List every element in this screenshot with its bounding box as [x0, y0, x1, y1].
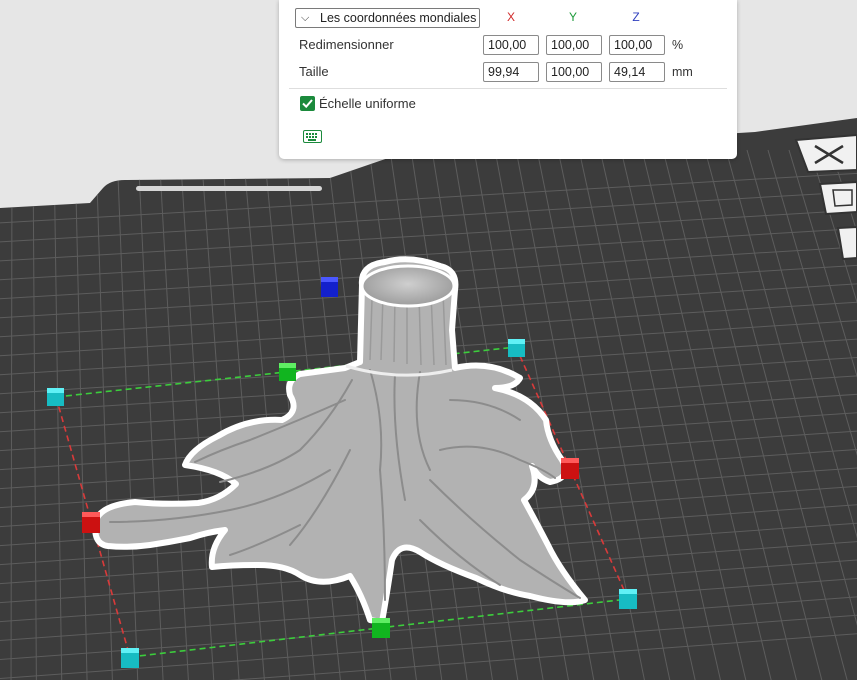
corner-handle-top-left[interactable]	[47, 388, 64, 406]
checkmark-icon	[302, 99, 313, 109]
coordinate-system-value: Les coordonnées mondiales	[320, 11, 477, 25]
auto-orient-icon[interactable]	[818, 180, 857, 216]
scale-z-field[interactable]	[609, 35, 665, 55]
panel-divider	[289, 88, 727, 89]
scale-x-field[interactable]	[483, 35, 539, 55]
scale-row-label: Redimensionner	[299, 37, 394, 52]
size-row-label: Taille	[299, 64, 329, 79]
size-z-field[interactable]	[609, 62, 665, 82]
size-y-field[interactable]	[546, 62, 602, 82]
uniform-scale-checkbox[interactable]	[300, 96, 315, 111]
keyboard-icon[interactable]	[303, 130, 322, 143]
axis-z-header: Z	[632, 10, 640, 24]
axis-x-header: X	[506, 10, 515, 24]
corner-handle-top-right[interactable]	[508, 339, 525, 357]
z-scale-handle[interactable]	[321, 277, 338, 297]
plate-label-slot	[136, 186, 322, 191]
close-icon[interactable]	[794, 133, 857, 174]
chevron-down-icon: ⌵	[301, 12, 310, 24]
x-scale-handle-left[interactable]	[82, 512, 100, 533]
scale-y-field[interactable]	[546, 35, 602, 55]
size-unit: mm	[672, 65, 693, 79]
x-scale-handle-right[interactable]	[561, 458, 579, 479]
y-scale-handle-back[interactable]	[279, 363, 296, 381]
scale-unit: %	[672, 38, 684, 52]
corner-handle-bottom-left[interactable]	[121, 648, 139, 668]
corner-handle-bottom-right[interactable]	[619, 589, 637, 609]
scale-panel: ⌵ Les coordonnées mondiales X Y Z Redime…	[279, 0, 737, 159]
size-x-field[interactable]	[483, 62, 539, 82]
uniform-scale-label: Échelle uniforme	[319, 96, 416, 111]
y-scale-handle-front[interactable]	[372, 618, 390, 638]
coordinate-system-dropdown[interactable]: ⌵ Les coordonnées mondiales	[295, 8, 480, 28]
axis-y-header: Y	[568, 10, 577, 24]
